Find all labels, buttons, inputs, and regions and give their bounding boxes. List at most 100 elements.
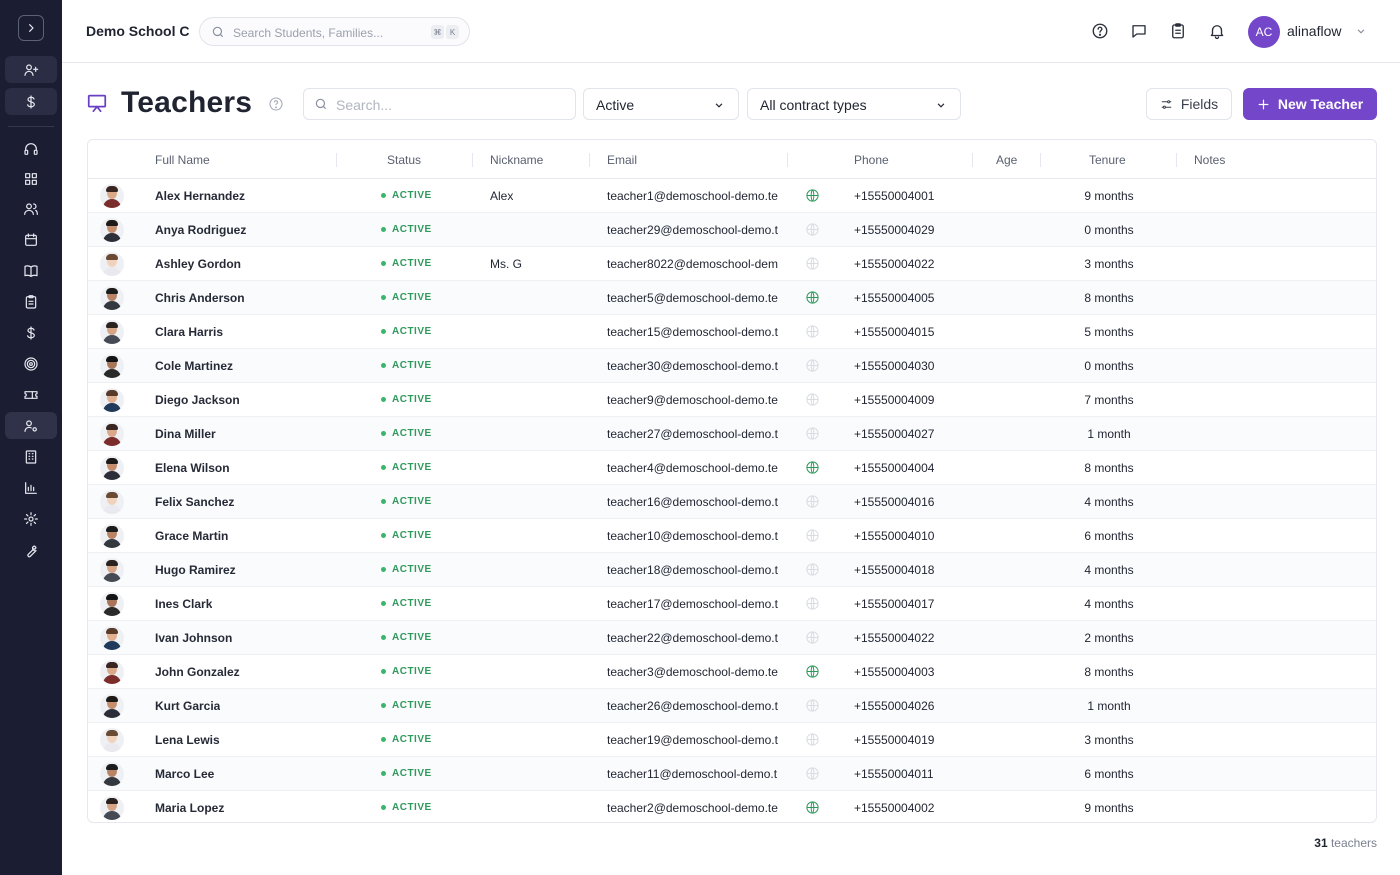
column-header-notes[interactable]: Notes — [1194, 153, 1225, 167]
column-header-nickname[interactable]: Nickname — [490, 153, 543, 167]
table-row[interactable]: Ashley Gordon ACTIVE Ms. G teacher8022@demo… — [88, 247, 1376, 281]
teacher-search-input[interactable] — [336, 95, 566, 114]
table-row[interactable]: Dina Miller ACTIVE teacher27@demoschool-de… — [88, 417, 1376, 451]
column-divider[interactable] — [472, 153, 473, 167]
globe-icon[interactable] — [805, 188, 820, 208]
sidebar-item-tools[interactable] — [5, 537, 57, 564]
table-row[interactable]: John Gonzalez ACTIVE teacher3@demoschool-d… — [88, 655, 1376, 689]
teacher-name[interactable]: Felix Sanchez — [155, 495, 234, 509]
globe-icon[interactable] — [805, 460, 820, 480]
fields-button[interactable]: Fields — [1146, 88, 1232, 120]
sidebar-item-teachers[interactable] — [5, 412, 57, 439]
column-header-status[interactable]: Status — [387, 153, 421, 167]
sidebar-item-tickets[interactable] — [5, 381, 57, 408]
column-divider[interactable] — [972, 153, 973, 167]
table-row[interactable]: Cole Martinez ACTIVE teacher30@demoschool-… — [88, 349, 1376, 383]
table-row[interactable]: Lena Lewis ACTIVE teacher19@demoschool-dem… — [88, 723, 1376, 757]
global-search-input[interactable]: Search Students, Families... ⌘ K — [199, 17, 470, 46]
table-row[interactable]: Ines Clark ACTIVE teacher17@demoschool-dem… — [88, 587, 1376, 621]
sidebar-item-billing[interactable] — [5, 88, 57, 115]
teacher-name[interactable]: Ines Clark — [155, 597, 212, 611]
globe-icon[interactable] — [805, 562, 820, 582]
globe-icon[interactable] — [805, 664, 820, 684]
sidebar-item-goals[interactable] — [5, 350, 57, 377]
table-row[interactable]: Anya Rodriguez ACTIVE teacher29@demoschool… — [88, 213, 1376, 247]
globe-icon[interactable] — [805, 392, 820, 412]
table-row[interactable]: Ivan Johnson ACTIVE teacher22@demoschool-d… — [88, 621, 1376, 655]
teacher-name[interactable]: John Gonzalez — [155, 665, 240, 679]
globe-icon[interactable] — [805, 222, 820, 242]
globe-icon[interactable] — [805, 494, 820, 514]
teacher-name[interactable]: Elena Wilson — [155, 461, 230, 475]
help-icon[interactable] — [1090, 21, 1110, 41]
teacher-name[interactable]: Chris Anderson — [155, 291, 245, 305]
globe-icon[interactable] — [805, 732, 820, 752]
user-avatar[interactable]: AC — [1248, 16, 1280, 48]
globe-icon[interactable] — [805, 630, 820, 650]
teacher-name[interactable]: Lena Lewis — [155, 733, 220, 747]
new-teacher-button[interactable]: New Teacher — [1243, 88, 1377, 120]
teacher-name[interactable]: Ivan Johnson — [155, 631, 232, 645]
teacher-name[interactable]: Dina Miller — [155, 427, 216, 441]
username[interactable]: alinaflow — [1287, 23, 1341, 39]
column-header-phone[interactable]: Phone — [854, 153, 889, 167]
sidebar-item-tasks[interactable] — [5, 288, 57, 315]
sidebar-item-reports[interactable] — [5, 474, 57, 501]
teacher-name[interactable]: Kurt Garcia — [155, 699, 220, 713]
sidebar-item-settings[interactable] — [5, 505, 57, 532]
globe-icon[interactable] — [805, 766, 820, 786]
status-filter-select[interactable]: Active — [583, 88, 739, 120]
table-row[interactable]: Maria Lopez ACTIVE teacher2@demoschool-dem… — [88, 791, 1376, 822]
messages-icon[interactable] — [1129, 21, 1149, 41]
table-row[interactable]: Chris Anderson ACTIVE teacher5@demoschool-… — [88, 281, 1376, 315]
clipboard-icon[interactable] — [1168, 21, 1188, 41]
globe-icon[interactable] — [805, 290, 820, 310]
globe-icon[interactable] — [805, 596, 820, 616]
column-header-email[interactable]: Email — [607, 153, 637, 167]
globe-icon[interactable] — [805, 698, 820, 718]
sidebar-item-add-user[interactable] — [5, 56, 57, 83]
table-row[interactable]: Diego Jackson ACTIVE teacher9@demoschool-d… — [88, 383, 1376, 417]
chevron-down-icon[interactable] — [1354, 24, 1368, 43]
column-divider[interactable] — [589, 153, 590, 167]
sidebar-item-payments[interactable] — [5, 319, 57, 346]
teacher-name[interactable]: Clara Harris — [155, 325, 223, 339]
globe-icon[interactable] — [805, 800, 820, 820]
column-divider[interactable] — [787, 153, 788, 167]
teacher-name[interactable]: Cole Martinez — [155, 359, 233, 373]
globe-icon[interactable] — [805, 324, 820, 344]
column-divider[interactable] — [336, 153, 337, 167]
table-row[interactable]: Grace Martin ACTIVE teacher10@demoschool-d… — [88, 519, 1376, 553]
school-name[interactable]: Demo School C — [86, 23, 189, 39]
sidebar-item-dashboard[interactable] — [5, 165, 57, 192]
teacher-name[interactable]: Maria Lopez — [155, 801, 224, 815]
globe-icon[interactable] — [805, 358, 820, 378]
column-divider[interactable] — [1176, 153, 1177, 167]
teacher-name[interactable]: Grace Martin — [155, 529, 228, 543]
help-circle-icon[interactable] — [268, 96, 284, 117]
teacher-name[interactable]: Diego Jackson — [155, 393, 240, 407]
sidebar-item-buildings[interactable] — [5, 443, 57, 470]
table-row[interactable]: Marco Lee ACTIVE teacher11@demoschool-demo… — [88, 757, 1376, 791]
table-row[interactable]: Felix Sanchez ACTIVE teacher16@demoschool-… — [88, 485, 1376, 519]
teacher-name[interactable]: Marco Lee — [155, 767, 214, 781]
teacher-name[interactable]: Alex Hernandez — [155, 189, 245, 203]
globe-icon[interactable] — [805, 256, 820, 276]
column-header-tenure[interactable]: Tenure — [1089, 153, 1126, 167]
column-header-age[interactable]: Age — [996, 153, 1017, 167]
column-divider[interactable] — [1040, 153, 1041, 167]
sidebar-item-calendar[interactable] — [5, 226, 57, 253]
table-row[interactable]: Clara Harris ACTIVE teacher15@demoschool-d… — [88, 315, 1376, 349]
sidebar-item-courses[interactable] — [5, 257, 57, 284]
table-row[interactable]: Kurt Garcia ACTIVE teacher26@demoschool-de… — [88, 689, 1376, 723]
contract-type-select[interactable]: All contract types — [747, 88, 961, 120]
teacher-name[interactable]: Hugo Ramirez — [155, 563, 236, 577]
teacher-name[interactable]: Ashley Gordon — [155, 257, 241, 271]
table-row[interactable]: Hugo Ramirez ACTIVE teacher18@demoschool-d… — [88, 553, 1376, 587]
sidebar-item-people[interactable] — [5, 195, 57, 222]
bell-icon[interactable] — [1207, 21, 1227, 41]
globe-icon[interactable] — [805, 426, 820, 446]
table-row[interactable]: Elena Wilson ACTIVE teacher4@demoschool-de… — [88, 451, 1376, 485]
teacher-name[interactable]: Anya Rodriguez — [155, 223, 246, 237]
table-row[interactable]: Alex Hernandez ACTIVE Alex teacher1@demosch… — [88, 179, 1376, 213]
